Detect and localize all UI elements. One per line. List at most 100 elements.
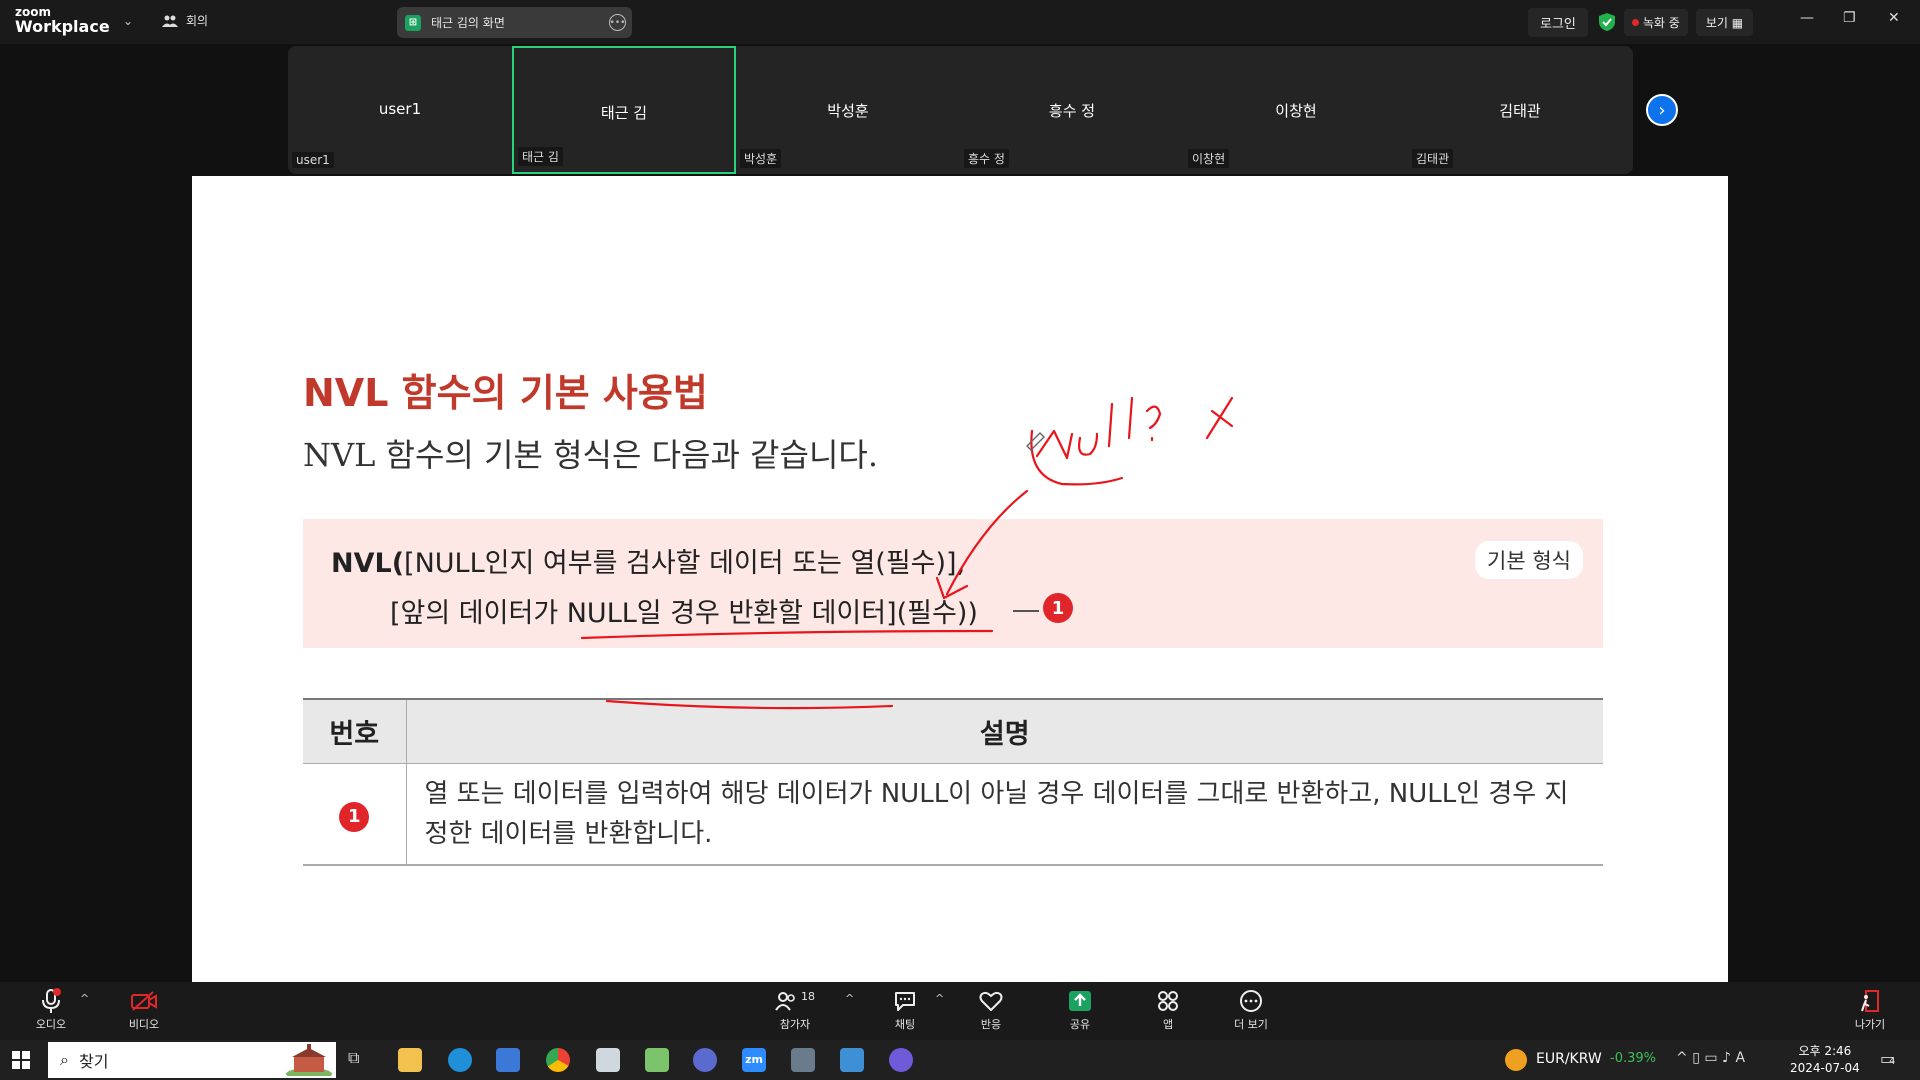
annotation-stroke-null bbox=[1035, 429, 1074, 460]
share-screen-icon: ⊞ bbox=[405, 14, 421, 31]
media-player-icon[interactable] bbox=[645, 1048, 669, 1072]
participant-label: 박성훈 bbox=[740, 149, 782, 168]
description-table: 번호 설명 1 열 또는 데이터를 입력하여 해당 데이터가 NULL이 아닐 … bbox=[303, 698, 1603, 866]
logo-big-text: Workplace bbox=[15, 17, 110, 36]
annotation-stroke-null bbox=[1145, 405, 1162, 430]
slide-title: NVL 함수의 기본 사용법 bbox=[303, 371, 708, 415]
edge-browser-icon[interactable] bbox=[448, 1048, 472, 1072]
table-header-description: 설명 bbox=[406, 698, 1603, 764]
clock-date: 2024-07-04 bbox=[1790, 1061, 1860, 1075]
participants-button[interactable]: 18 참가자 bbox=[763, 988, 827, 1032]
participants-label: 참가자 bbox=[779, 1018, 811, 1031]
participant-tile[interactable]: 김태관 김태관 bbox=[1408, 46, 1632, 174]
task-view-icon[interactable]: ⧉ bbox=[348, 1048, 372, 1072]
annotation-stroke-x bbox=[1205, 396, 1234, 440]
chat-label: 채팅 bbox=[894, 1018, 916, 1031]
fx-change: -0.39% bbox=[1610, 1051, 1656, 1066]
audio-button[interactable]: 오디오 bbox=[19, 988, 83, 1032]
table-row: 1 열 또는 데이터를 입력하여 해당 데이터가 NULL이 아닐 경우 데이터… bbox=[303, 763, 1603, 866]
windows-start-icon[interactable] bbox=[12, 1051, 30, 1069]
tray-chevron-up-icon[interactable]: ^ bbox=[1676, 1050, 1688, 1066]
formula-tag: 기본 형식 bbox=[1475, 541, 1583, 579]
reactions-button[interactable]: 반응 bbox=[959, 988, 1023, 1032]
document-app-icon[interactable] bbox=[596, 1048, 620, 1072]
participant-name: 김태관 bbox=[1499, 102, 1541, 120]
calculator-icon[interactable] bbox=[791, 1048, 815, 1072]
meeting-label: 회의 bbox=[186, 14, 209, 28]
formula-function: NVL( bbox=[331, 548, 405, 579]
clock-time: 오후 2:46 bbox=[1798, 1044, 1852, 1058]
apps-button[interactable]: 앱 bbox=[1136, 988, 1200, 1032]
taskbar-search-text: 찾기 bbox=[78, 1052, 109, 1071]
next-page-chevron-right-icon[interactable]: › bbox=[1646, 94, 1678, 126]
notification-center-icon[interactable]: ▭4 bbox=[1880, 1049, 1896, 1068]
minimize-icon[interactable]: — bbox=[1800, 10, 1814, 26]
leave-icon bbox=[1861, 990, 1879, 1012]
recording-label: 녹화 중 bbox=[1642, 15, 1680, 30]
top-bar: zoom Workplace ⌄ 회의 ⊞ 태근 김의 화면 ••• 로그인 녹… bbox=[0, 0, 1920, 44]
chevron-down-icon[interactable]: ⌄ bbox=[123, 14, 133, 28]
chat-icon bbox=[895, 992, 915, 1011]
shield-check-icon[interactable] bbox=[1598, 12, 1616, 32]
volume-icon[interactable]: ♪ bbox=[1722, 1050, 1731, 1066]
audio-options-chevron-up-icon[interactable]: ^ bbox=[80, 992, 89, 1005]
recording-indicator[interactable]: 녹화 중 bbox=[1623, 8, 1688, 36]
table-cell-number: 1 bbox=[303, 763, 407, 866]
participant-count: 18 bbox=[801, 989, 815, 1003]
chat-button[interactable]: 채팅 bbox=[873, 988, 937, 1032]
participant-strip: user1 user1 태근 김 태근 김 박성훈 박성훈 흥수 정 흥수 정 … bbox=[288, 46, 1633, 174]
participant-name: user1 bbox=[378, 100, 422, 118]
meeting-controls: 오디오 ^ 비디오 18 참가자 ^ 채팅 ^ 반응 공유 앱 더 보기 나가기 bbox=[0, 982, 1920, 1040]
search-icon: ⌕ bbox=[60, 1050, 69, 1069]
close-icon[interactable]: ✕ bbox=[1888, 10, 1900, 26]
more-options-icon[interactable]: ••• bbox=[609, 14, 626, 31]
taskbar-clock[interactable]: 오후 2:46 2024-07-04 bbox=[1790, 1043, 1860, 1077]
photos-icon[interactable] bbox=[840, 1048, 864, 1072]
video-button[interactable]: 비디오 bbox=[112, 988, 176, 1032]
annotation-stroke-null bbox=[1127, 396, 1134, 440]
search-highlight-building-icon bbox=[286, 1044, 332, 1076]
participant-tile-active-speaker[interactable]: 태근 김 태근 김 bbox=[512, 46, 736, 174]
participant-tile[interactable]: user1 user1 bbox=[288, 46, 512, 174]
screen-share-indicator[interactable]: ⊞ 태근 김의 화면 ••• bbox=[397, 7, 632, 38]
video-label: 비디오 bbox=[128, 1018, 160, 1031]
share-button[interactable]: 공유 bbox=[1048, 988, 1112, 1032]
view-button[interactable]: 보기 ▦ bbox=[1695, 8, 1754, 36]
restore-icon[interactable]: ❐ bbox=[1843, 10, 1856, 26]
network-icon[interactable]: ▭ bbox=[1704, 1050, 1717, 1066]
meeting-button[interactable]: 회의 bbox=[162, 12, 208, 29]
callout-dash bbox=[1013, 610, 1039, 612]
annotation-stroke-null bbox=[1078, 432, 1099, 456]
table-cell-description: 열 또는 데이터를 입력하여 해당 데이터가 NULL이 아닐 경우 데이터를 … bbox=[406, 763, 1603, 866]
login-button[interactable]: 로그인 bbox=[1528, 7, 1588, 37]
participant-tile[interactable]: 흥수 정 흥수 정 bbox=[960, 46, 1184, 174]
exchange-rate-coin-icon[interactable] bbox=[1505, 1049, 1527, 1071]
store-icon[interactable] bbox=[496, 1048, 520, 1072]
leave-button[interactable]: 나가기 bbox=[1838, 988, 1902, 1032]
participants-options-chevron-up-icon[interactable]: ^ bbox=[845, 992, 854, 1005]
eclipse-icon[interactable] bbox=[693, 1048, 717, 1072]
system-tray[interactable]: ^ ▯ ▭ ♪ A bbox=[1676, 1050, 1745, 1066]
chat-app-icon[interactable] bbox=[889, 1048, 913, 1072]
more-button[interactable]: 더 보기 bbox=[1219, 988, 1283, 1032]
ime-indicator[interactable]: A bbox=[1735, 1050, 1745, 1066]
participant-name: 박성훈 bbox=[827, 102, 869, 120]
shared-screen-content: NVL 함수의 기본 사용법 NVL 함수의 기본 형식은 다음과 같습니다. … bbox=[192, 176, 1728, 982]
formula-line-1: NVL([NULL인지 여부를 검사할 데이터 또는 열(필수)], bbox=[331, 541, 965, 580]
annotation-stroke-null bbox=[1030, 429, 1124, 486]
participant-tile[interactable]: 박성훈 박성훈 bbox=[736, 46, 960, 174]
participant-label: 김태관 bbox=[1412, 149, 1454, 168]
zoom-taskbar-icon[interactable]: zm bbox=[742, 1048, 766, 1072]
file-explorer-icon[interactable] bbox=[398, 1048, 422, 1072]
chrome-icon[interactable] bbox=[546, 1048, 570, 1072]
more-icon bbox=[1240, 990, 1262, 1012]
participant-tile[interactable]: 이창현 이창현 bbox=[1184, 46, 1408, 174]
phone-link-icon[interactable]: ▯ bbox=[1692, 1050, 1700, 1066]
chat-options-chevron-up-icon[interactable]: ^ bbox=[935, 992, 944, 1005]
taskbar-search-box[interactable]: ⌕ 찾기 bbox=[48, 1042, 336, 1078]
participant-label: 흥수 정 bbox=[964, 149, 1009, 168]
zoom-workplace-logo[interactable]: zoom Workplace bbox=[15, 6, 110, 35]
formula-box: NVL([NULL인지 여부를 검사할 데이터 또는 열(필수)], [앞의 데… bbox=[303, 519, 1603, 648]
participant-label: 태근 김 bbox=[518, 147, 563, 166]
fx-pair: EUR/KRW bbox=[1536, 1051, 1602, 1067]
